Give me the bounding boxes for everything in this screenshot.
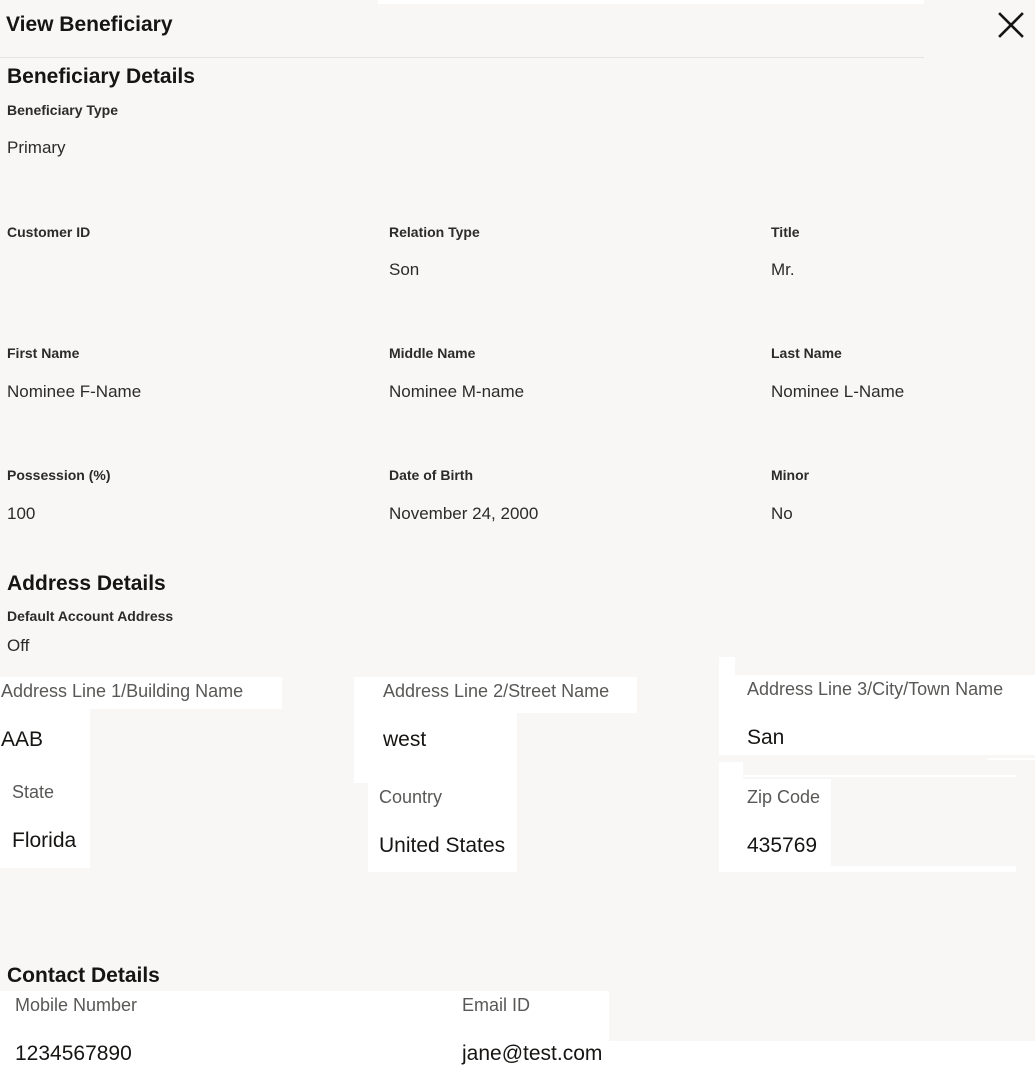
- zip-top-rule: [743, 775, 1016, 777]
- country-label: Country: [379, 787, 443, 807]
- close-button[interactable]: [994, 10, 1026, 42]
- possession-value: 100: [7, 504, 36, 523]
- country-value: United States: [379, 834, 506, 857]
- address-line2-label: Address Line 2/Street Name: [383, 681, 610, 701]
- possession-label: Possession (%): [7, 467, 111, 483]
- address-line3-edge-card: [719, 657, 735, 677]
- relation-type-label: Relation Type: [389, 224, 480, 240]
- customer-id-label: Customer ID: [7, 224, 91, 240]
- relation-type-value: Son: [389, 260, 420, 279]
- zip-code-label: Zip Code: [747, 787, 821, 807]
- title-label: Title: [771, 224, 800, 240]
- address-line3-rule: [988, 758, 1035, 760]
- address-line3-label: Address Line 3/City/Town Name: [747, 679, 1004, 699]
- middle-name-value: Nominee M-name: [389, 382, 525, 401]
- mobile-number-value: 1234567890: [15, 1042, 132, 1065]
- middle-name-label: Middle Name: [389, 345, 476, 361]
- mobile-number-label: Mobile Number: [15, 995, 138, 1015]
- first-name-label: First Name: [7, 345, 80, 361]
- address-line1-value: AAB: [1, 728, 44, 751]
- beneficiary-type-label: Beneficiary Type: [7, 102, 119, 118]
- header-top-strip: [378, 0, 924, 4]
- section-title-address-details: Address Details: [7, 572, 166, 595]
- date-of-birth-label: Date of Birth: [389, 467, 473, 483]
- zip-bottom-strip: [831, 866, 1016, 872]
- section-title-beneficiary-details: Beneficiary Details: [7, 65, 195, 88]
- address-line1-label: Address Line 1/Building Name: [1, 681, 244, 701]
- close-icon: [998, 12, 1024, 38]
- beneficiary-type-value: Primary: [7, 138, 66, 157]
- zip-edge-card: [719, 762, 743, 872]
- address-line2-value-card: [354, 713, 517, 783]
- default-account-address-label: Default Account Address: [7, 608, 174, 624]
- address-line2-value: west: [383, 728, 427, 751]
- page-title: View Beneficiary: [6, 13, 173, 36]
- section-title-contact-details: Contact Details: [7, 964, 160, 987]
- default-account-address-value: Off: [7, 636, 30, 655]
- header-divider: [0, 57, 924, 58]
- minor-value: No: [771, 504, 793, 523]
- state-value: Florida: [12, 829, 77, 852]
- minor-label: Minor: [771, 467, 810, 483]
- state-label: State: [12, 782, 55, 802]
- contact-card-strip: [609, 1041, 1035, 1074]
- last-name-label: Last Name: [771, 345, 842, 361]
- title-value: Mr.: [771, 260, 795, 279]
- email-id-value: jane@test.com: [462, 1042, 603, 1065]
- last-name-value: Nominee L-Name: [771, 382, 905, 401]
- date-of-birth-value: November 24, 2000: [389, 504, 539, 523]
- email-id-label: Email ID: [462, 995, 531, 1015]
- zip-code-value: 435769: [747, 834, 818, 857]
- address-line3-value: San: [747, 726, 785, 749]
- first-name-value: Nominee F-Name: [7, 382, 142, 401]
